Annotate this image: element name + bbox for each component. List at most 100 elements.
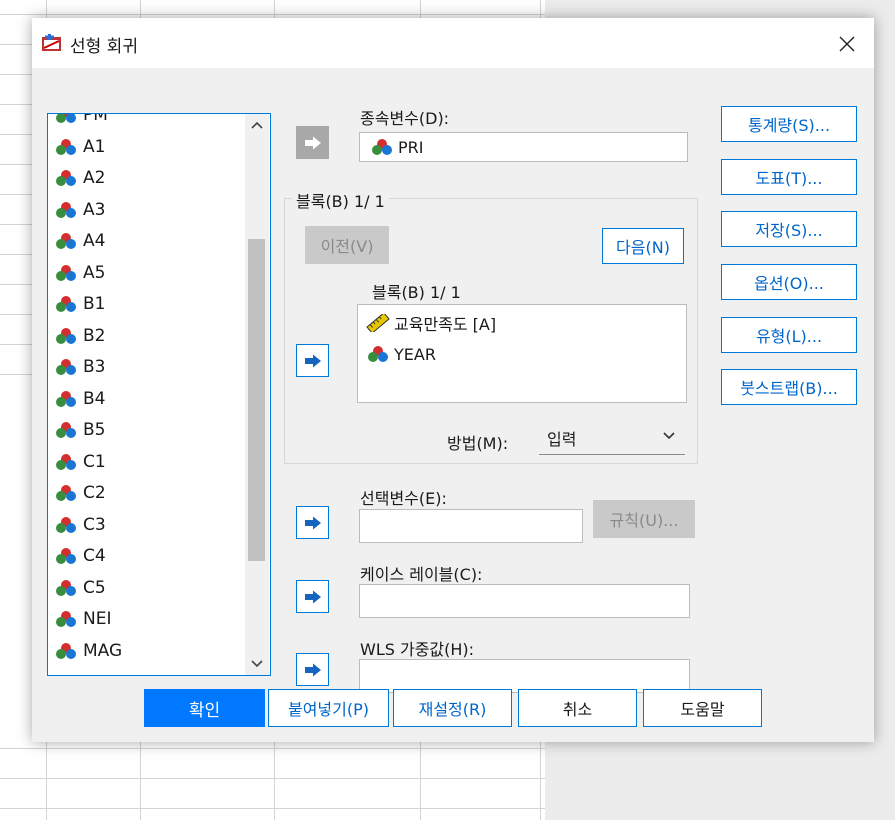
case-label-label: 케이스 레이블(C): (360, 565, 483, 584)
source-variable-list[interactable]: PM A1 A2 A3 A4 A5 B1 B2 B3 B4 B5 C1 C2 C3 C4 C5 NEI MAG (47, 113, 271, 676)
method-value: 입력 (547, 430, 577, 449)
nominal-variable-icon (56, 611, 76, 627)
variable-list-item[interactable]: B4 (54, 385, 105, 413)
dependent-value: PRI (398, 137, 424, 157)
variable-list-item[interactable]: B2 (54, 322, 105, 350)
variable-list-item[interactable]: A2 (54, 164, 105, 192)
ok-button[interactable]: 확인 (144, 689, 265, 727)
scroll-thumb[interactable] (248, 239, 265, 561)
nominal-variable-icon (56, 359, 76, 375)
reset-button[interactable]: 재설정(R) (393, 689, 512, 727)
independent-name: YEAR (394, 344, 436, 364)
variable-name: B3 (83, 357, 106, 377)
move-to-dependent-button[interactable] (296, 126, 329, 159)
right-arrow-icon (304, 663, 321, 676)
nominal-variable-icon (56, 453, 76, 470)
plots-button[interactable]: 도표(T)... (721, 159, 857, 195)
scale-variable-icon (366, 314, 390, 332)
method-label: 방법(M): (447, 434, 509, 453)
statistics-button[interactable]: 통계량(S)... (721, 106, 857, 142)
independent-name: 교육만족도 [A] (394, 315, 497, 334)
nominal-variable-icon (56, 138, 76, 155)
variable-list-item[interactable]: C5 (54, 574, 106, 602)
chevron-down-icon (663, 432, 675, 440)
variable-name: B4 (83, 388, 106, 409)
bootstrap-button[interactable]: 붓스트랩(B)... (721, 369, 857, 405)
variable-list-item[interactable]: C4 (54, 542, 106, 570)
variable-name: C1 (83, 451, 106, 472)
variable-name: C2 (83, 483, 106, 503)
scroll-up-arrow[interactable] (245, 114, 269, 136)
dependent-label: 종속변수(D): (360, 109, 450, 128)
paste-button[interactable]: 붙여넣기(P) (268, 689, 389, 727)
variable-list-item[interactable]: A1 (54, 133, 105, 161)
grid-line (0, 748, 545, 749)
close-icon[interactable] (829, 26, 865, 62)
nominal-variable-icon (56, 296, 76, 312)
right-arrow-icon (304, 136, 321, 149)
variable-list-item[interactable]: PM (54, 113, 108, 129)
list-item[interactable]: YEAR (366, 340, 436, 368)
selection-variable-field[interactable] (359, 509, 583, 543)
variable-name: NEI (83, 609, 112, 629)
options-button[interactable]: 옵션(O)... (721, 264, 857, 300)
block-group-title: 블록(B) 1/ 1 (292, 188, 389, 212)
variable-list-item[interactable]: B1 (54, 290, 105, 318)
variable-name: A3 (83, 199, 106, 220)
nominal-variable-icon (56, 579, 76, 596)
chevron-down-icon (251, 660, 263, 668)
variable-list-item[interactable]: A5 (54, 259, 105, 287)
next-block-button[interactable]: 다음(N) (602, 228, 684, 264)
variable-list-item[interactable]: A3 (54, 196, 105, 224)
move-to-selection-button[interactable] (296, 506, 329, 539)
title-bar: 선형 회귀 (32, 18, 874, 68)
variable-list-item[interactable]: MAG (54, 637, 122, 665)
rule-button[interactable]: 규칙(U)... (593, 500, 695, 538)
nominal-variable-icon (56, 485, 76, 501)
variable-name: C4 (83, 546, 106, 566)
grid-line (0, 778, 545, 779)
chevron-up-icon (251, 121, 263, 129)
variable-list-item[interactable]: B3 (54, 353, 105, 381)
selection-variable-label: 선택변수(E): (360, 489, 447, 508)
wls-weight-field[interactable] (359, 659, 690, 693)
right-arrow-icon (304, 590, 321, 603)
nominal-variable-icon (56, 170, 76, 186)
nominal-variable-icon (56, 264, 76, 281)
help-button[interactable]: 도움말 (643, 689, 762, 727)
variable-name: B1 (83, 294, 106, 314)
nominal-variable-icon (372, 139, 392, 155)
variable-list-item[interactable]: B5 (54, 416, 105, 444)
grid-line (0, 808, 545, 809)
case-label-field[interactable] (359, 584, 690, 618)
previous-block-button[interactable]: 이전(V) (305, 226, 389, 264)
block-list-title: 블록(B) 1/ 1 (372, 283, 461, 302)
list-item[interactable]: 교육만족도 [A] (366, 309, 496, 337)
variable-list-item[interactable]: A4 (54, 227, 105, 255)
move-to-wls-button[interactable] (296, 653, 329, 686)
move-to-independent-button[interactable] (296, 344, 329, 377)
variable-list-item[interactable]: C2 (54, 479, 106, 507)
right-arrow-icon (304, 516, 321, 529)
variable-name: A2 (83, 168, 106, 188)
right-arrow-icon (304, 354, 321, 367)
independent-variables-list[interactable]: 교육만족도 [A] YEAR (357, 304, 687, 403)
cancel-button[interactable]: 취소 (518, 689, 637, 727)
method-select[interactable]: 입력 (539, 418, 685, 455)
save-button[interactable]: 저장(S)... (721, 211, 857, 247)
window-title: 선형 회귀 (70, 37, 138, 57)
linear-regression-dialog: 선형 회귀 PM A1 A2 A3 A4 A5 B1 B2 B3 B4 B5 C1 C2 C3 C4 C5 NE… (32, 18, 874, 742)
variable-list-scrollbar[interactable] (245, 114, 269, 675)
move-to-case-label-button[interactable] (296, 580, 329, 613)
variable-list-item[interactable]: NEI (54, 605, 111, 633)
dependent-field[interactable]: PRI (359, 132, 688, 162)
nominal-variable-icon (56, 201, 76, 218)
variable-name: PM (83, 113, 108, 125)
variable-list-item[interactable]: C3 (54, 511, 106, 539)
variable-name: B5 (83, 420, 106, 440)
nominal-variable-icon (56, 114, 76, 123)
style-button[interactable]: 유형(L)... (721, 317, 857, 353)
variable-list-item[interactable]: C1 (54, 448, 106, 476)
nominal-variable-icon (56, 642, 76, 659)
scroll-down-arrow[interactable] (245, 653, 269, 675)
